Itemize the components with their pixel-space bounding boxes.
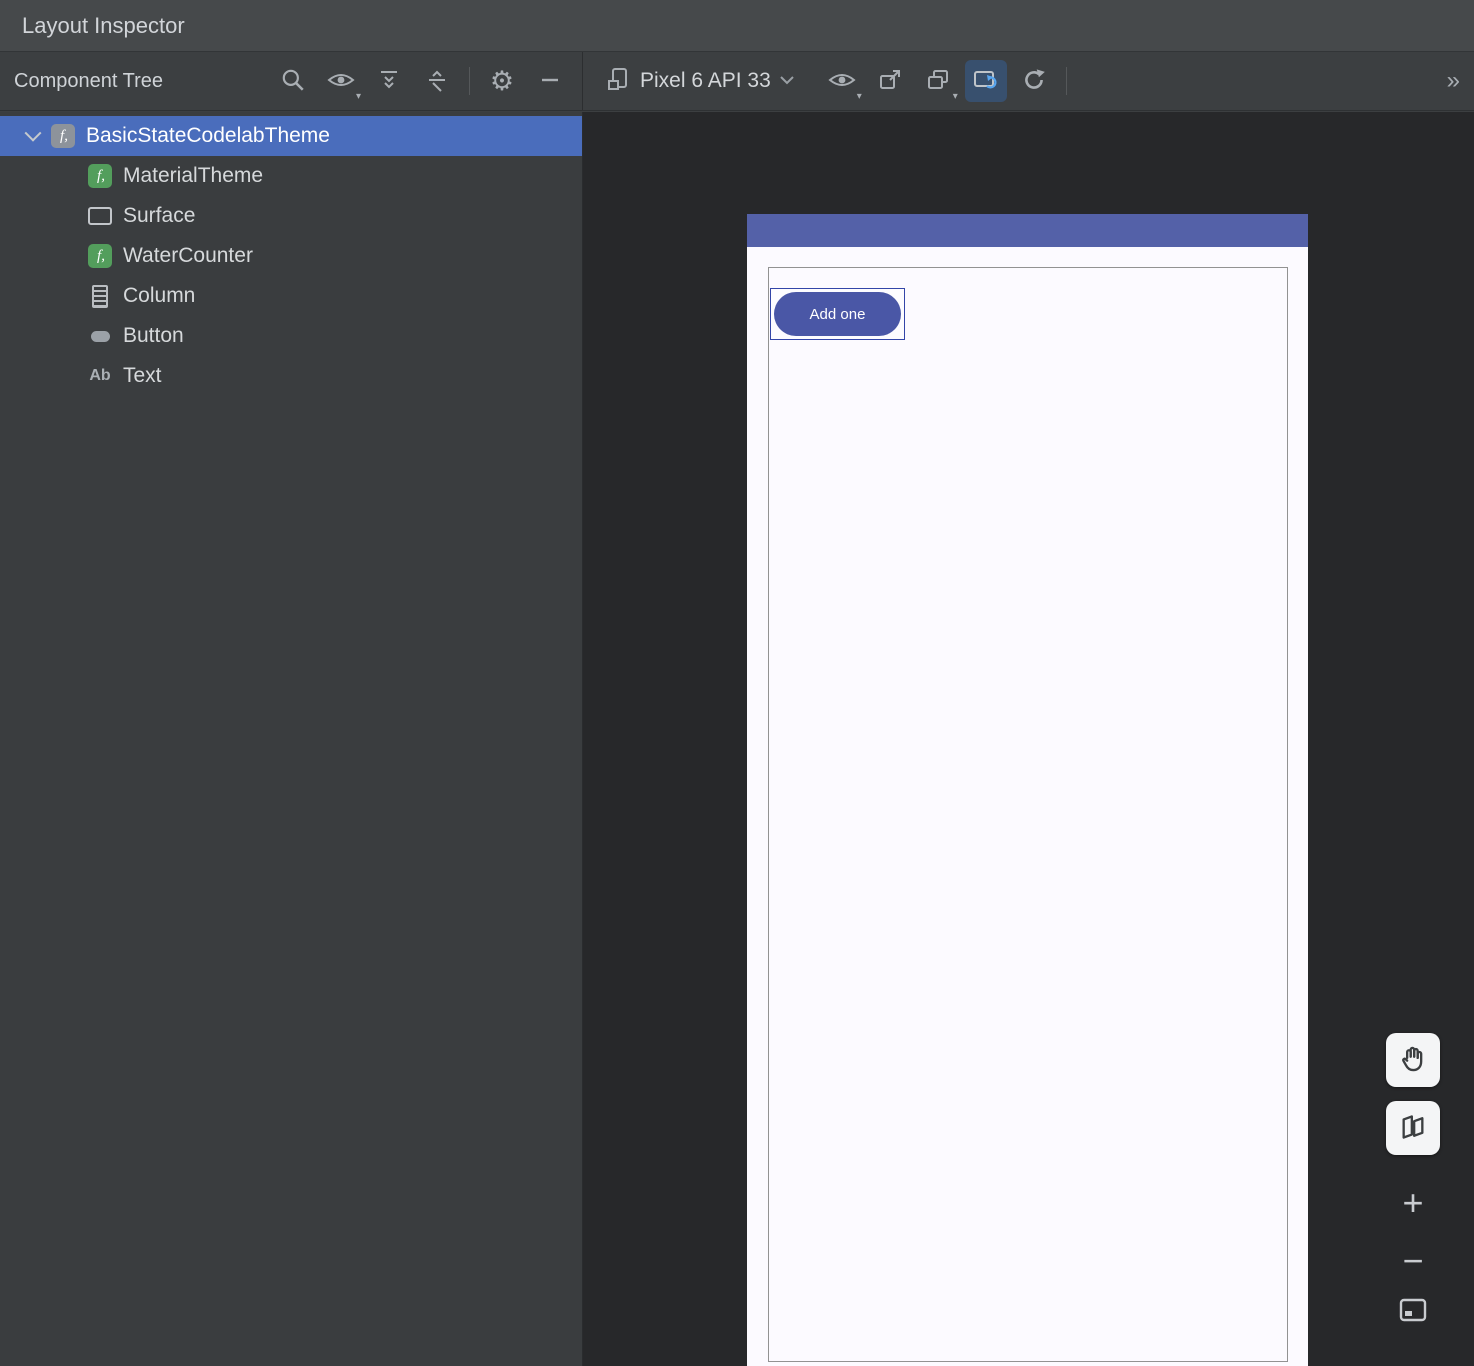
window-title: Layout Inspector (22, 12, 185, 38)
titlebar: Layout Inspector (0, 0, 1474, 52)
tree-item-surface[interactable]: Surface (0, 196, 582, 236)
button-icon (88, 324, 112, 348)
render-canvas[interactable]: Add one + − (583, 112, 1474, 1366)
device-icon (607, 67, 631, 96)
device-toolbar-group: Pixel 6 API 33 ▾ ▾ (583, 52, 1075, 110)
export-snapshot-icon (878, 68, 902, 95)
tree-item-label: Text (123, 364, 162, 387)
chevron-down-icon: ▾ (355, 91, 361, 102)
refresh-icon (1021, 67, 1047, 96)
component-tree: BasicStateCodelabTheme MaterialTheme Sur… (0, 112, 583, 1366)
surface-icon (88, 204, 112, 228)
toolbar-separator (1065, 67, 1067, 95)
chevron-down-icon (780, 72, 794, 90)
tree-item-column[interactable]: Column (0, 276, 582, 316)
mode-3d-icon (1399, 1113, 1427, 1144)
tree-item-button[interactable]: Button (0, 316, 582, 356)
column-icon (88, 284, 112, 308)
component-tree-label: Component Tree (14, 69, 163, 92)
add-one-button[interactable]: Add one (774, 292, 901, 336)
tree-item-label: WaterCounter (123, 244, 253, 267)
main-toolbar: Component Tree ▾ ⚙ Pixel 6 API 33 ▾ ▾ » (0, 52, 1474, 111)
main-area: BasicStateCodelabTheme MaterialTheme Sur… (0, 112, 1474, 1366)
view-options-button[interactable]: ▾ (320, 60, 362, 102)
tree-item-label: Surface (123, 204, 196, 227)
expand-all-icon (377, 68, 401, 95)
zoom-fit-button[interactable] (1398, 1297, 1428, 1326)
view-options-eye-icon (327, 70, 355, 93)
zoom-out-icon: − (1402, 1240, 1424, 1281)
settings-gear-icon: ⚙ (489, 65, 515, 96)
search-button[interactable] (272, 60, 314, 102)
device-selector[interactable]: Pixel 6 API 33 (597, 61, 804, 102)
compose-green-icon (88, 244, 112, 268)
mode-3d-button[interactable] (1386, 1101, 1440, 1155)
expand-all-button[interactable] (368, 60, 410, 102)
layers-icon (926, 68, 950, 95)
toolbar-separator (469, 67, 470, 95)
zoom-out-button[interactable]: − (1402, 1243, 1423, 1279)
tree-item-label: Button (123, 324, 184, 347)
visibility-button[interactable]: ▾ (821, 60, 863, 102)
zoom-in-icon: + (1402, 1182, 1424, 1223)
pan-button[interactable] (1386, 1033, 1440, 1087)
tree-item-watercounter[interactable]: WaterCounter (0, 236, 582, 276)
device-screen[interactable]: Add one (747, 214, 1308, 1366)
search-icon (280, 67, 306, 96)
settings-button[interactable]: ⚙ (481, 60, 523, 102)
toolbar-overflow-button[interactable]: » (1447, 67, 1460, 95)
chevron-down-icon: ▾ (952, 91, 958, 102)
refresh-button[interactable] (1013, 60, 1055, 102)
button-selection-outline: Add one (770, 288, 905, 340)
tree-item-basicstatecodelabtheme[interactable]: BasicStateCodelabTheme (0, 116, 582, 156)
text-icon: Ab (89, 367, 111, 384)
collapse-all-button[interactable] (416, 60, 458, 102)
tree-item-text[interactable]: Ab Text (0, 356, 582, 396)
zoom-fit-icon (1398, 1298, 1428, 1326)
export-snapshot-button[interactable] (869, 60, 911, 102)
collapse-all-icon (425, 68, 449, 95)
hide-panel-button[interactable] (529, 60, 571, 102)
tree-item-label: Column (123, 284, 196, 307)
compose-green-icon (88, 164, 112, 188)
layers-button[interactable]: ▾ (917, 60, 959, 102)
hide-panel-minus-icon (539, 69, 561, 94)
expand-chevron-icon[interactable] (14, 130, 51, 142)
tree-item-label: MaterialTheme (123, 164, 264, 187)
device-statusbar (747, 214, 1308, 247)
compose-root-outline (768, 267, 1288, 1362)
compose-gray-icon (51, 124, 75, 148)
tree-item-label: BasicStateCodelabTheme (86, 124, 330, 147)
chevron-down-icon: ▾ (856, 91, 862, 102)
live-updates-toggle[interactable] (964, 60, 1007, 102)
device-selector-label: Pixel 6 API 33 (640, 69, 771, 92)
live-updates-toggle-icon (973, 68, 999, 95)
canvas-controls: + − (1386, 1033, 1440, 1326)
visibility-eye-icon (828, 70, 856, 93)
layout-inspector-window: Layout Inspector Component Tree ▾ ⚙ Pixe… (0, 0, 1474, 1366)
tree-item-materialtheme[interactable]: MaterialTheme (0, 156, 582, 196)
component-tree-header: Component Tree ▾ ⚙ (0, 52, 583, 110)
zoom-in-button[interactable]: + (1402, 1185, 1423, 1221)
pan-hand-icon (1399, 1045, 1427, 1076)
